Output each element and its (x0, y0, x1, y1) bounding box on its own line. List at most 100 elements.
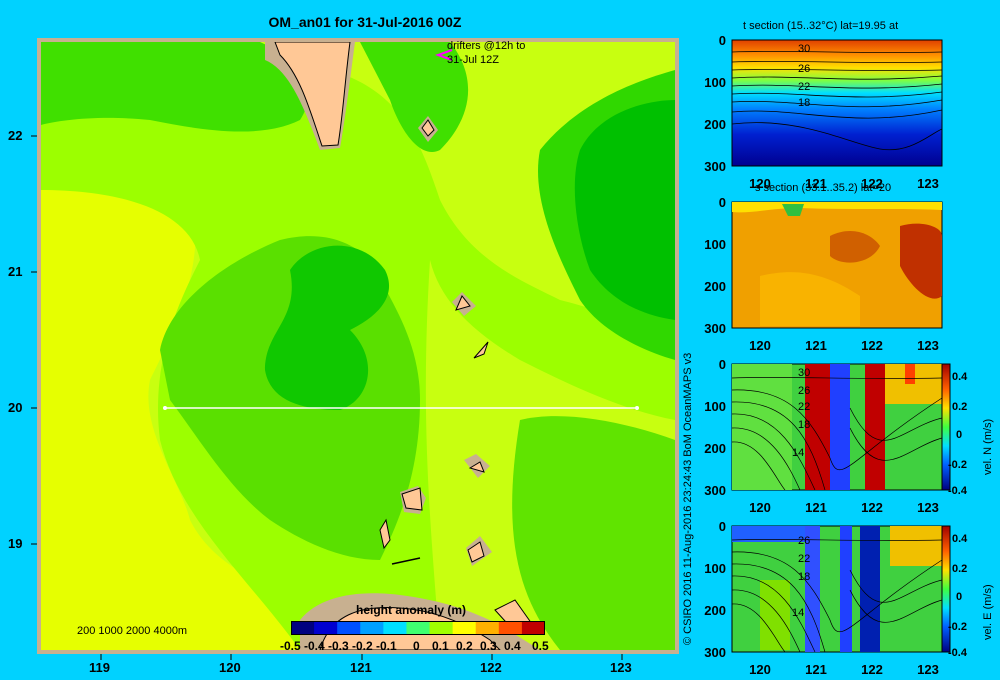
credit-text: © CSIRO 2016 11-Aug-2016 23:24:43 BoM Oc… (682, 352, 694, 645)
t-section-title: t section (15..32°C) lat=19.95 at (743, 20, 899, 32)
t-contour-label: 18 (798, 97, 810, 109)
colorbar-tick: 0.5 (532, 639, 549, 653)
colorbar (291, 621, 545, 635)
depth-tick: 0 (719, 520, 726, 534)
t-section-panel: 30 26 22 18 0 100 200 300 120 121 122 12… (704, 34, 943, 190)
drifter-note-1: drifters @12h to (447, 40, 526, 52)
ve-contour-label: 18 (798, 571, 810, 583)
vel-tick: 0.4 (952, 371, 968, 383)
colorbar-tick: -0.4 (304, 639, 325, 653)
colorbar-tick: -0.2 (352, 639, 373, 653)
lon-tick: 120 (749, 662, 771, 676)
section-start-marker (163, 406, 167, 410)
vel-e-panel: 26 22 18 14 0 100 200 300 120 121 122 12… (704, 520, 968, 676)
vn-contour-label: 30 (798, 367, 810, 379)
colorbar-segment (291, 621, 315, 635)
vel-tick: 0.2 (952, 401, 967, 413)
depth-tick: 300 (704, 321, 726, 336)
colorbar-segment (475, 621, 500, 635)
colorbar-segment (452, 621, 477, 635)
lon-tick: 121 (805, 338, 827, 352)
lon-tick: 122 (861, 662, 883, 676)
vel-tick: 0 (956, 591, 962, 603)
colorbar-tick: 0.1 (432, 639, 449, 653)
colorbar-segment (383, 621, 407, 635)
vel-e-colorbar (941, 525, 951, 653)
map-y-tick: 19 (8, 536, 23, 551)
colorbar-tick: -0.5 (280, 639, 301, 653)
depth-tick: 200 (704, 441, 726, 456)
colorbar-segment (406, 621, 431, 635)
colorbar-tick: -0.1 (376, 639, 397, 653)
vel-n-panel: 30 26 22 18 14 0 100 200 300 120 121 122… (704, 358, 968, 514)
t-contour-label: 22 (798, 81, 810, 93)
vel-tick: 0.4 (952, 533, 968, 545)
vel-tick: -0.4 (948, 647, 968, 659)
depth-tick: 0 (719, 34, 726, 48)
lon-tick: 123 (917, 176, 939, 190)
colorbar-tick: 0.2 (456, 639, 473, 653)
t-contour-label: 30 (798, 43, 810, 55)
depth-tick: 100 (704, 399, 726, 414)
t-contour-label: 26 (798, 63, 810, 75)
map-y-tick: 21 (8, 264, 23, 279)
colorbar-segment (498, 621, 523, 635)
depth-tick: 0 (719, 358, 726, 372)
vn-contour-label: 18 (798, 419, 810, 431)
ve-contour-label: 14 (792, 607, 804, 619)
drifter-note-2: 31-Jul 12Z (447, 54, 499, 66)
depth-tick: 0 (719, 196, 726, 210)
ve-contour-label: 22 (798, 553, 810, 565)
depth-legend: 200 1000 2000 4000m (77, 625, 188, 637)
colorbar-segment (337, 621, 361, 635)
vel-e-label: vel. E (m/s) (982, 584, 994, 640)
colorbar-segment (521, 621, 545, 635)
vn-contour-label: 14 (792, 447, 804, 459)
vel-n-label: vel. N (m/s) (982, 418, 994, 475)
vel-tick: -0.2 (948, 459, 967, 471)
s-section-panel: 0 100 200 300 120 121 122 123 (704, 196, 943, 352)
map-x-tick: 123 (610, 660, 632, 675)
colorbar-ticks: -0.5 -0.4 -0.3 -0.2 -0.1 0 0.1 0.2 0.3 0… (270, 639, 570, 653)
lon-tick: 120 (749, 500, 771, 514)
vn-contour-label: 22 (798, 401, 810, 413)
map-x-tick: 120 (219, 660, 241, 675)
colorbar-tick: 0.4 (504, 639, 521, 653)
lon-tick: 120 (749, 338, 771, 352)
depth-tick: 100 (704, 237, 726, 252)
depth-tick: 200 (704, 279, 726, 294)
map-x-tick: 121 (350, 660, 372, 675)
ve-contour-label: 26 (798, 535, 810, 547)
section-end-marker (635, 406, 639, 410)
colorbar-tick: 0 (413, 639, 420, 653)
colorbar-segment (314, 621, 338, 635)
map-x-tick: 122 (480, 660, 502, 675)
main-map (31, 38, 679, 660)
depth-tick: 300 (704, 483, 726, 498)
vel-tick: 0.2 (952, 563, 967, 575)
depth-tick: 100 (704, 75, 726, 90)
map-y-tick: 20 (8, 400, 23, 415)
lon-tick: 122 (861, 338, 883, 352)
lon-tick: 123 (917, 338, 939, 352)
s-section-title: s section (33.1..35.2) lat=20 (755, 182, 892, 194)
lon-tick: 122 (861, 500, 883, 514)
depth-tick: 200 (704, 603, 726, 618)
depth-tick: 100 (704, 561, 726, 576)
vel-tick: -0.4 (948, 485, 968, 497)
map-x-tick: 119 (89, 660, 110, 675)
lon-tick: 123 (917, 662, 939, 676)
colorbar-tick: 0.3 (480, 639, 497, 653)
lon-tick: 121 (805, 500, 827, 514)
depth-tick: 300 (704, 159, 726, 174)
colorbar-segment (360, 621, 384, 635)
vn-contour-label: 26 (798, 385, 810, 397)
colorbar-segment (429, 621, 454, 635)
lon-tick: 123 (917, 500, 939, 514)
depth-tick: 200 (704, 117, 726, 132)
map-y-tick: 22 (8, 128, 23, 143)
depth-tick: 300 (704, 645, 726, 660)
vel-n-colorbar (941, 363, 951, 491)
colorbar-title: height anomaly (m) (356, 603, 467, 617)
vel-tick: -0.2 (948, 621, 967, 633)
